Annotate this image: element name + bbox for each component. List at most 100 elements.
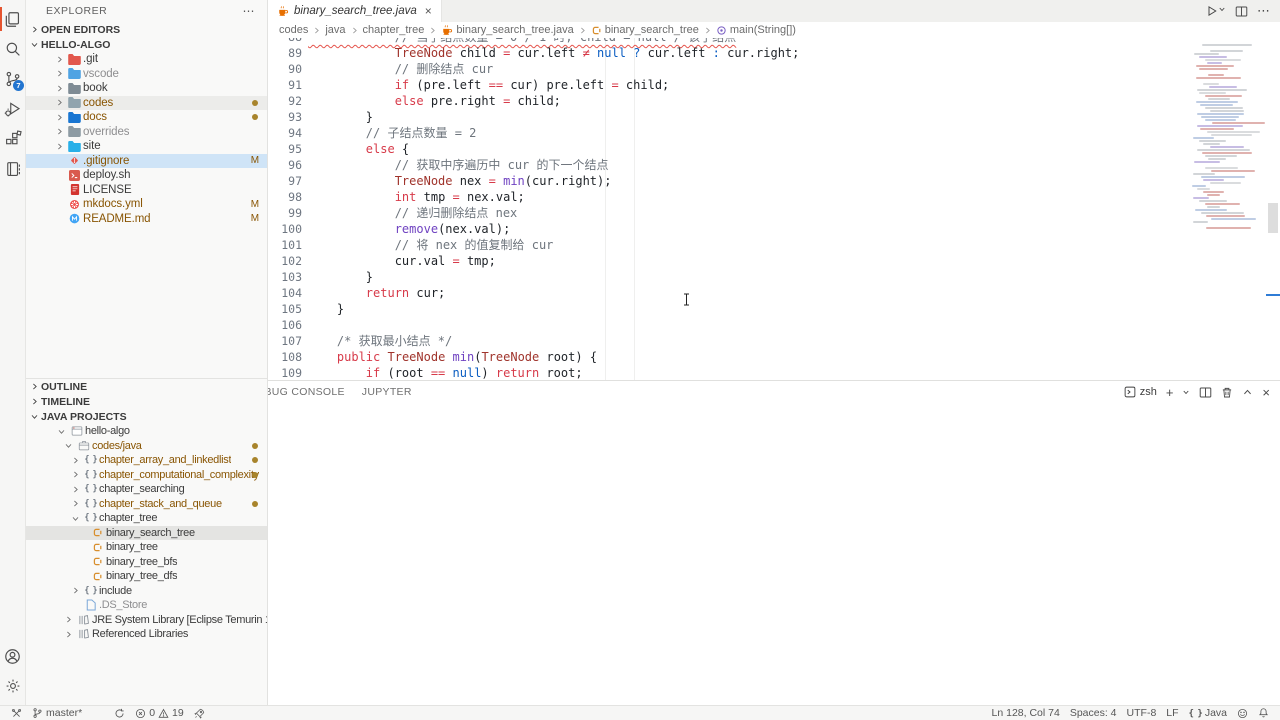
code-line-88[interactable]: 88 // 当子结点数量 = 0 / 1 时, child = null / 该…	[268, 38, 1280, 45]
code-line-97[interactable]: 97 TreeNode nex = min(cur.right);	[268, 173, 1280, 189]
activity-source-control-button[interactable]: 7	[0, 64, 25, 94]
code-line-91[interactable]: 91 if (pre.left == cur) pre.left = child…	[268, 77, 1280, 93]
chevron-right-icon[interactable]	[53, 55, 66, 64]
code-line-89[interactable]: 89 TreeNode child = cur.left ≠ null ? cu…	[268, 45, 1280, 61]
panel-tab-jupyter[interactable]: JUPYTER	[362, 381, 412, 403]
status-language-mode[interactable]: { }Java	[1184, 707, 1232, 719]
chevron-down-icon[interactable]	[69, 514, 82, 523]
code-line-102[interactable]: 102 cur.val = tmp;	[268, 253, 1280, 269]
tree-item-mkdocs-yml[interactable]: mkdocs.ymlM	[26, 197, 267, 212]
chevron-down-icon[interactable]	[55, 427, 68, 436]
kill-terminal-button[interactable]	[1221, 386, 1233, 399]
project-root-header[interactable]: HELLO-ALGO	[26, 37, 267, 52]
code-line-95[interactable]: 95 else {	[268, 141, 1280, 157]
tree-item-codes-java[interactable]: codes/java	[26, 439, 267, 454]
chevron-right-icon[interactable]	[53, 142, 66, 151]
code-line-108[interactable]: 108 public TreeNode min(TreeNode root) {	[268, 349, 1280, 365]
status-eol[interactable]: LF	[1161, 707, 1183, 719]
java-projects-section-header[interactable]: JAVA PROJECTS	[26, 409, 267, 424]
tree-item-chapter-stack-and-queue[interactable]: { }chapter_stack_and_queue	[26, 497, 267, 512]
status-notifications[interactable]	[1253, 707, 1274, 719]
tree-item-codes[interactable]: codes	[26, 96, 267, 111]
code-line-94[interactable]: 94 // 子结点数量 = 2	[268, 125, 1280, 141]
maximize-panel-button[interactable]	[1242, 387, 1253, 398]
tab-binary-search-tree-java[interactable]: binary_search_tree.java ×	[268, 0, 442, 22]
activity-accounts-button[interactable]	[0, 641, 25, 671]
chevron-right-icon[interactable]	[53, 84, 66, 93]
code-line-103[interactable]: 103 }	[268, 269, 1280, 285]
status-cursor-position[interactable]: Ln 128, Col 74	[987, 707, 1065, 719]
chevron-right-icon[interactable]	[53, 69, 66, 78]
chevron-right-icon[interactable]	[69, 456, 82, 465]
tree-item-jre-system-library-eclipse-temurin-17-17[interactable]: JRE System Library [Eclipse Temurin 17 […	[26, 613, 267, 628]
code-line-96[interactable]: 96 // 获取中序遍历中 cur 的下一个结点	[268, 157, 1280, 173]
timeline-section-header[interactable]: TIMELINE	[26, 394, 267, 409]
code-line-109[interactable]: 109 if (root == null) return root;	[268, 365, 1280, 381]
code-line-100[interactable]: 100 remove(nex.val);	[268, 221, 1280, 237]
tree-item-ds-store[interactable]: .DS_Store	[26, 598, 267, 613]
chevron-right-icon[interactable]	[69, 485, 82, 494]
tree-item-binary-tree-bfs[interactable]: binary_tree_bfs	[26, 555, 267, 570]
new-terminal-button[interactable]: +	[1166, 386, 1174, 399]
chevron-right-icon[interactable]	[53, 113, 66, 122]
open-editors-header[interactable]: OPEN EDITORS	[26, 22, 267, 37]
code-line-105[interactable]: 105 }	[268, 301, 1280, 317]
activity-run-and-debug-button[interactable]	[0, 94, 25, 124]
status-feedback[interactable]	[1232, 708, 1253, 719]
tree-item-overrides[interactable]: overrides	[26, 125, 267, 140]
code-line-92[interactable]: 92 else pre.right = child;	[268, 93, 1280, 109]
chevron-right-icon[interactable]	[62, 615, 75, 624]
sidebar-more-actions-icon[interactable]: ⋯	[243, 4, 256, 18]
breadcrumb-item-binary-search-tree[interactable]: binary_search_tree	[591, 24, 699, 36]
tree-item-referenced-libraries[interactable]: Referenced Libraries	[26, 627, 267, 642]
more-actions-icon[interactable]: ⋯	[1257, 3, 1270, 19]
chevron-right-icon[interactable]	[69, 586, 82, 595]
breadcrumb-item-binary-search-tree-java[interactable]: binary_search_tree.java	[441, 24, 573, 36]
status-problems[interactable]: 019	[130, 706, 189, 720]
run-button[interactable]	[1206, 5, 1226, 17]
split-terminal-button[interactable]	[1199, 386, 1212, 399]
chevron-right-icon[interactable]	[69, 499, 82, 508]
code-line-106[interactable]: 106	[268, 317, 1280, 333]
status-remote-tools[interactable]	[6, 706, 27, 720]
tree-item-binary-search-tree[interactable]: binary_search_tree	[26, 526, 267, 541]
status-git-branch[interactable]: master*	[27, 706, 87, 720]
tree-item-gitignore[interactable]: .gitignoreM	[26, 154, 267, 169]
chevron-right-icon[interactable]	[53, 127, 66, 136]
activity-extensions-button[interactable]	[0, 124, 25, 154]
chevron-right-icon[interactable]	[53, 98, 66, 107]
breadcrumb-item-codes[interactable]: codes	[279, 24, 308, 36]
close-panel-icon[interactable]: ×	[1262, 386, 1270, 399]
tree-item-chapter-tree[interactable]: { }chapter_tree	[26, 511, 267, 526]
code-line-90[interactable]: 90 // 删除结点 cur	[268, 61, 1280, 77]
tree-item-vscode[interactable]: vscode	[26, 67, 267, 82]
code-line-104[interactable]: 104 return cur;	[268, 285, 1280, 301]
tree-item-docs[interactable]: docs	[26, 110, 267, 125]
status-sync[interactable]	[109, 706, 130, 720]
chevron-right-icon[interactable]	[69, 470, 82, 479]
tree-item-hello-algo[interactable]: hello-algo	[26, 424, 267, 439]
tree-item-binary-tree-dfs[interactable]: binary_tree_dfs	[26, 569, 267, 584]
tree-item-chapter-computational-complexity[interactable]: { }chapter_computational_complexity	[26, 468, 267, 483]
status-indentation[interactable]: Spaces: 4	[1065, 707, 1122, 719]
scrollbar-thumb[interactable]	[1268, 203, 1278, 233]
breadcrumb-item-main-string[interactable]: main(String[])	[716, 24, 796, 36]
code-line-99[interactable]: 99 // 递归删除结点 nex	[268, 205, 1280, 221]
tree-item-readme-md[interactable]: README.mdM	[26, 212, 267, 227]
tree-item-binary-tree[interactable]: binary_tree	[26, 540, 267, 555]
tree-item-include[interactable]: { }include	[26, 584, 267, 599]
tree-item-chapter-searching[interactable]: { }chapter_searching	[26, 482, 267, 497]
tree-item-deploy-sh[interactable]: deploy.sh	[26, 168, 267, 183]
outline-section-header[interactable]: OUTLINE	[26, 379, 267, 394]
split-editor-button[interactable]	[1235, 5, 1248, 18]
activity-search-button[interactable]	[0, 34, 25, 64]
status-encoding[interactable]: UTF-8	[1122, 707, 1162, 719]
code-line-93[interactable]: 93 }	[268, 109, 1280, 125]
terminal-profile-select[interactable]: zsh	[1124, 386, 1157, 398]
tree-item-git[interactable]: .git	[26, 52, 267, 67]
tree-item-license[interactable]: LICENSE	[26, 183, 267, 198]
activity-explorer-button[interactable]	[0, 4, 25, 34]
activity-settings-button[interactable]	[0, 671, 25, 701]
chevron-down-icon[interactable]	[62, 441, 75, 450]
code-line-101[interactable]: 101 // 将 nex 的值复制给 cur	[268, 237, 1280, 253]
